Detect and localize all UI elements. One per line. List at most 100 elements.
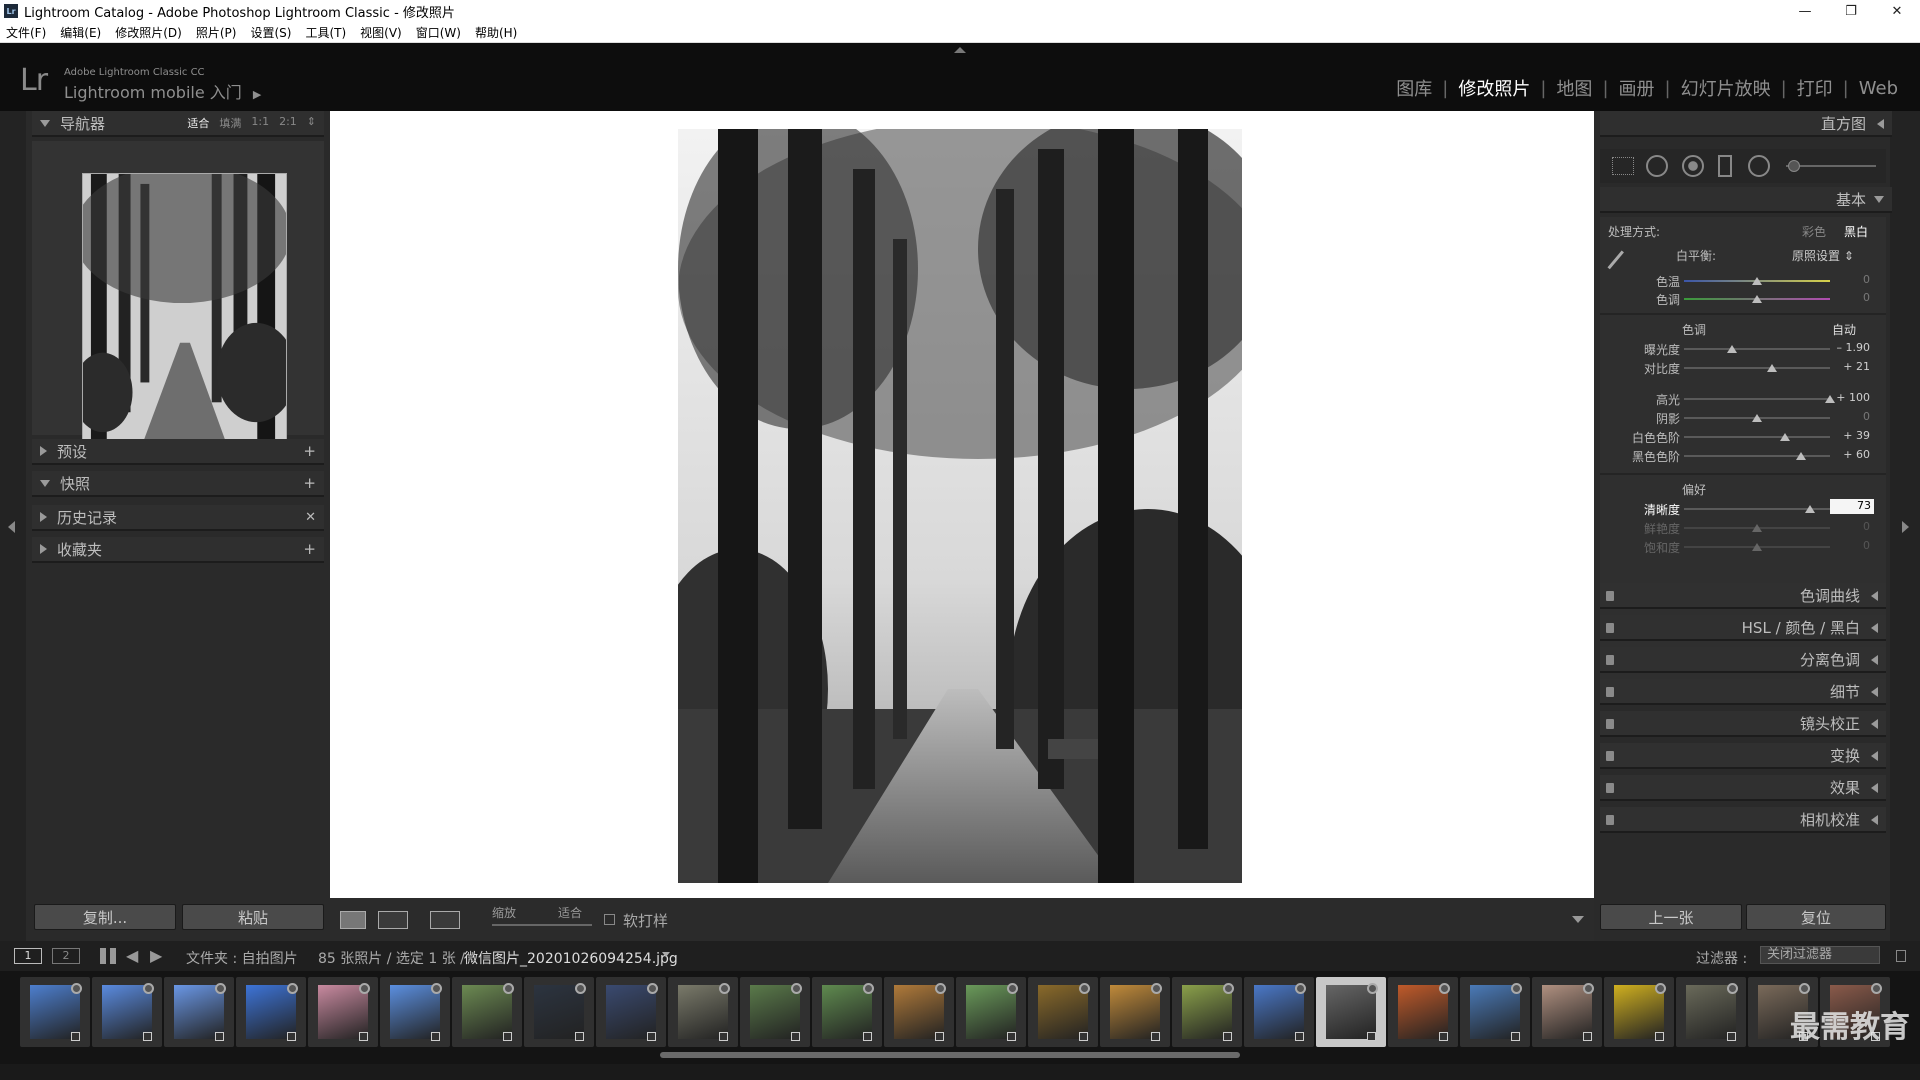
add-snapshot-icon[interactable]: +: [303, 474, 316, 492]
module-library[interactable]: 图库: [1386, 75, 1442, 101]
toggle-switch-icon[interactable]: [1606, 687, 1614, 697]
treatment-bw-option[interactable]: 黑白: [1844, 223, 1868, 240]
transform-section[interactable]: 变换: [1600, 743, 1886, 769]
filmstrip-thumbnail[interactable]: [1604, 977, 1674, 1047]
clarity-knob[interactable]: [1804, 505, 1815, 513]
before-after-yy-icon[interactable]: [430, 911, 460, 929]
presets-header[interactable]: 预设 +: [32, 439, 324, 465]
menu-window[interactable]: 窗口(W): [416, 24, 461, 41]
filmstrip-thumbnail[interactable]: [1028, 977, 1098, 1047]
maximize-button[interactable]: ❐: [1828, 0, 1874, 22]
crop-tool-icon[interactable]: [1612, 157, 1634, 175]
secondary-display-button[interactable]: 2: [52, 948, 80, 964]
saturation-value[interactable]: 0: [1826, 539, 1870, 552]
detail-section[interactable]: 细节: [1600, 679, 1886, 705]
vibrance-knob[interactable]: [1752, 524, 1762, 532]
menu-edit[interactable]: 编辑(E): [60, 24, 101, 41]
toggle-switch-icon[interactable]: [1606, 815, 1614, 825]
filmstrip-thumbnail[interactable]: [164, 977, 234, 1047]
module-develop[interactable]: 修改照片: [1448, 75, 1540, 101]
nav-zoom-stepper-icon[interactable]: ⇕: [307, 115, 316, 131]
filmstrip-thumbnail[interactable]: [812, 977, 882, 1047]
filmstrip-thumbnail[interactable]: [1676, 977, 1746, 1047]
primary-display-button[interactable]: 1: [14, 948, 42, 964]
filmstrip-thumbnail[interactable]: [740, 977, 810, 1047]
basic-header[interactable]: 基本: [1600, 187, 1892, 213]
image-canvas[interactable]: [330, 111, 1594, 898]
module-book[interactable]: 画册: [1609, 75, 1665, 101]
mobile-getting-started[interactable]: Lightroom mobile 入门 ▶: [64, 79, 261, 103]
menu-tools[interactable]: 工具(T): [305, 24, 346, 41]
filter-lock-icon[interactable]: [1896, 950, 1906, 962]
filmstrip-thumbnail[interactable]: [1316, 977, 1386, 1047]
whites-value[interactable]: + 39: [1826, 429, 1870, 442]
graduated-filter-icon[interactable]: [1718, 155, 1732, 177]
effects-section[interactable]: 效果: [1600, 775, 1886, 801]
grid-view-icon[interactable]: [100, 948, 116, 964]
reset-button[interactable]: 复位: [1746, 904, 1886, 930]
toggle-switch-icon[interactable]: [1606, 751, 1614, 761]
adjustment-brush-icon[interactable]: [1788, 160, 1800, 172]
zoom-slider[interactable]: [492, 924, 592, 926]
toggle-switch-icon[interactable]: [1606, 655, 1614, 665]
whites-knob[interactable]: [1779, 433, 1790, 441]
navigator-thumbnail[interactable]: [82, 173, 287, 445]
contrast-knob[interactable]: [1766, 364, 1777, 372]
vibrance-value[interactable]: 0: [1826, 520, 1870, 533]
shadows-knob[interactable]: [1752, 414, 1762, 422]
toggle-switch-icon[interactable]: [1606, 719, 1614, 729]
contrast-value[interactable]: + 21: [1826, 360, 1870, 373]
filmstrip-thumbnail[interactable]: [1172, 977, 1242, 1047]
filmstrip-thumbnail[interactable]: [308, 977, 378, 1047]
whites-slider[interactable]: [1684, 436, 1830, 438]
collapse-top-panel-icon[interactable]: [954, 47, 966, 53]
filmstrip-thumbnail[interactable]: [452, 977, 522, 1047]
highlights-slider[interactable]: [1684, 398, 1830, 400]
red-eye-icon[interactable]: [1682, 155, 1704, 177]
exposure-slider[interactable]: [1684, 348, 1830, 350]
exposure-knob[interactable]: [1727, 345, 1738, 353]
wb-dropdown[interactable]: 原照设置 ⇕: [1792, 247, 1854, 264]
filmstrip-thumbnail[interactable]: [524, 977, 594, 1047]
back-arrow-icon[interactable]: ◀: [126, 946, 138, 965]
filmstrip[interactable]: 最需教育: [0, 971, 1920, 1064]
temp-knob[interactable]: [1752, 277, 1762, 285]
menu-file[interactable]: 文件(F): [6, 24, 46, 41]
clarity-value-input[interactable]: 73: [1830, 499, 1874, 514]
collections-header[interactable]: 收藏夹 +: [32, 537, 324, 563]
menu-develop[interactable]: 修改照片(D): [115, 24, 182, 41]
filmstrip-thumbnail[interactable]: [1388, 977, 1458, 1047]
radial-filter-icon[interactable]: [1748, 155, 1770, 177]
filename-dropdown-icon[interactable]: [662, 952, 670, 957]
loupe-view-icon[interactable]: [340, 911, 366, 929]
history-header[interactable]: 历史记录 ✕: [32, 505, 324, 531]
tint-value[interactable]: 0: [1826, 291, 1870, 304]
split-toning-section[interactable]: 分离色调: [1600, 647, 1886, 673]
forward-arrow-icon[interactable]: ▶: [150, 946, 162, 965]
filmstrip-thumbnail[interactable]: [1532, 977, 1602, 1047]
menu-help[interactable]: 帮助(H): [475, 24, 517, 41]
clear-history-icon[interactable]: ✕: [305, 510, 316, 525]
before-after-lr-icon[interactable]: [378, 911, 408, 929]
nav-1to1[interactable]: 1:1: [251, 115, 269, 131]
toolbar-menu-chevron-down-icon[interactable]: [1572, 916, 1584, 923]
camera-calibration-section[interactable]: 相机校准: [1600, 807, 1886, 833]
hsl-section[interactable]: HSL / 颜色 / 黑白: [1600, 615, 1886, 641]
blacks-value[interactable]: + 60: [1826, 448, 1870, 461]
filmstrip-thumbnail[interactable]: [668, 977, 738, 1047]
highlights-value[interactable]: + 100: [1826, 391, 1870, 404]
navigator-header[interactable]: 导航器 适合 填满 1:1 2:1 ⇕: [32, 111, 324, 137]
treatment-color-option[interactable]: 彩色: [1802, 223, 1826, 240]
add-collection-icon[interactable]: +: [303, 540, 316, 558]
toggle-switch-icon[interactable]: [1606, 623, 1614, 633]
toggle-switch-icon[interactable]: [1606, 783, 1614, 793]
filter-dropdown[interactable]: 关闭过滤器: [1760, 946, 1880, 964]
right-edge[interactable]: [1890, 111, 1920, 941]
snapshots-header[interactable]: 快照 +: [32, 471, 324, 497]
toggle-switch-icon[interactable]: [1606, 591, 1614, 601]
menu-settings[interactable]: 设置(S): [250, 24, 291, 41]
filmstrip-thumbnail[interactable]: [92, 977, 162, 1047]
module-web[interactable]: Web: [1849, 78, 1908, 99]
saturation-knob[interactable]: [1752, 543, 1762, 551]
main-photo[interactable]: [678, 129, 1242, 883]
